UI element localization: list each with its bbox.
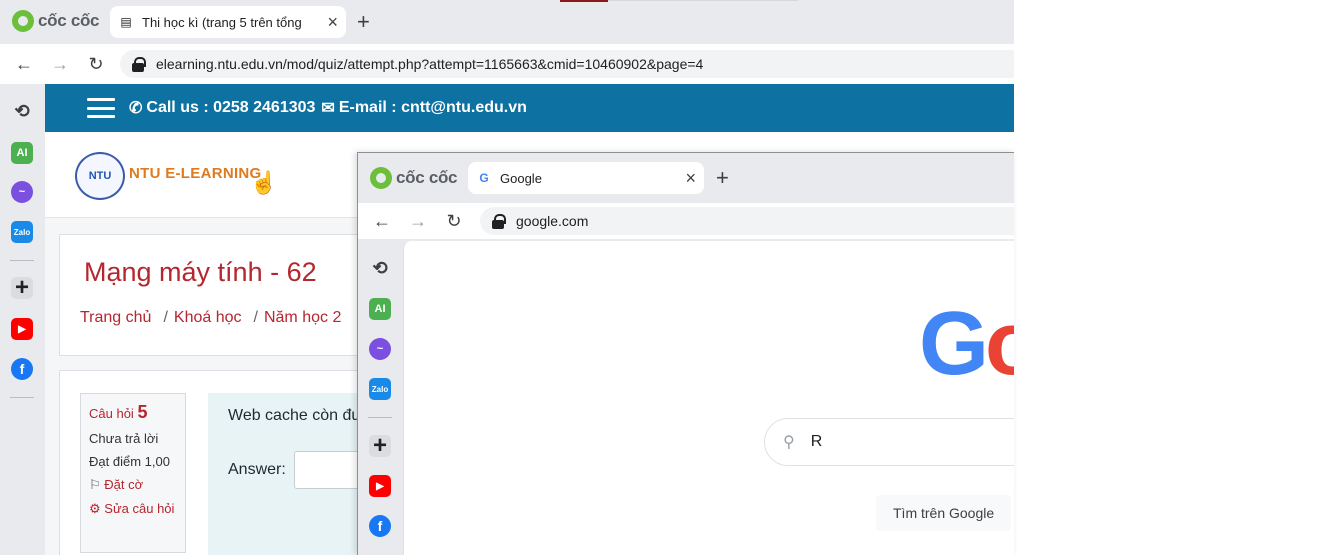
facebook-icon[interactable]: f xyxy=(11,358,33,380)
add-icon[interactable]: + xyxy=(11,274,33,301)
add-icon[interactable]: + xyxy=(369,432,391,459)
zalo-icon[interactable]: Zalo xyxy=(369,378,391,400)
coccoc-brand[interactable]: cốc cốc xyxy=(12,10,100,32)
brand-name: cốc cốc xyxy=(38,11,100,30)
phone-icon: ✆ xyxy=(129,100,143,117)
breadcrumb-home[interactable]: Trang chủ xyxy=(80,309,151,326)
address-bar[interactable]: google.com xyxy=(480,207,1014,235)
brand-name: cốc cốc xyxy=(396,168,458,187)
lock-icon xyxy=(492,214,506,229)
sidebar-divider xyxy=(368,417,392,418)
ntu-logo[interactable]: NTU xyxy=(75,152,125,200)
page-favicon-icon: ▤ xyxy=(120,15,132,29)
reload-button[interactable]: ↻ xyxy=(84,52,108,76)
url-text: google.com xyxy=(516,213,589,229)
sidebar-divider xyxy=(10,397,34,398)
forward-button[interactable]: → xyxy=(48,52,72,76)
pointer-hand-icon: ☝ xyxy=(250,170,278,195)
navigation-bar: ← → ↻ elearning.ntu.edu.vn/mod/quiz/atte… xyxy=(0,44,1014,84)
tab-close-icon[interactable]: × xyxy=(685,169,696,187)
google-favicon-icon: G xyxy=(479,171,489,185)
sidebar: ⟲ AI ~ Zalo + ▶ f xyxy=(0,84,44,555)
edit-question-link[interactable]: ⚙ Sửa câu hỏi xyxy=(89,501,177,517)
sidebar: ⟲ AI ~ Zalo + ▶ f xyxy=(358,239,402,555)
call-text: Call us : 0258 2461303 xyxy=(146,99,316,116)
tab-strip: cốc cốc ▤ Thi học kì (trang 5 trên tổng … xyxy=(0,0,1014,44)
messenger-icon[interactable]: ~ xyxy=(11,181,33,203)
mail-icon: ✉ xyxy=(321,100,335,117)
new-tab-button[interactable]: + xyxy=(357,11,370,33)
email-text: E-mail : cntt@ntu.edu.vn xyxy=(338,99,527,116)
google-search-input[interactable]: ⚲ R xyxy=(764,418,1014,466)
google-logo: Go xyxy=(919,294,1014,394)
tab-active[interactable]: G Google × xyxy=(468,162,704,194)
question-info: Câu hỏi 5 Chưa trả lời Đạt điểm 1,00 ⚐ Đ… xyxy=(80,393,186,553)
coccoc-brand[interactable]: cốc cốc xyxy=(370,167,458,189)
youtube-icon[interactable]: ▶ xyxy=(369,475,391,497)
search-query: R xyxy=(810,433,823,450)
back-button[interactable]: ← xyxy=(370,209,394,233)
menu-icon[interactable] xyxy=(87,98,115,118)
question-number: Câu hỏi 5 xyxy=(89,402,148,422)
history-icon[interactable]: ⟲ xyxy=(11,100,33,122)
question-points: Đạt điểm 1,00 xyxy=(89,454,170,469)
breadcrumb-year[interactable]: Năm học 2 xyxy=(264,309,341,326)
browser-window-google: cốc cốc G Google × + ← → ↻ google.com ⟲ … xyxy=(357,152,1014,555)
sidebar-divider xyxy=(10,260,34,261)
flag-question-link[interactable]: ⚐ Đặt cờ xyxy=(89,477,177,493)
zalo-icon[interactable]: Zalo xyxy=(11,221,33,243)
site-name[interactable]: NTU E-LEARNING xyxy=(129,165,262,182)
tab-title: Google xyxy=(500,170,542,186)
back-button[interactable]: ← xyxy=(12,52,36,76)
ai-icon[interactable]: AI xyxy=(369,298,391,320)
breadcrumb-separator: / xyxy=(163,309,168,326)
question-status: Chưa trả lời xyxy=(89,431,159,446)
search-icon: ⚲ xyxy=(783,434,795,451)
youtube-icon[interactable]: ▶ xyxy=(11,318,33,340)
coccoc-logo-icon xyxy=(370,167,392,189)
desktop: cốc cốc ▤ Thi học kì (trang 5 trên tổng … xyxy=(0,0,1338,555)
forward-button[interactable]: → xyxy=(406,209,430,233)
tab-title: Thi học kì (trang 5 trên tổng xyxy=(142,14,302,30)
answer-label: Answer: xyxy=(228,461,286,478)
lock-icon xyxy=(132,57,146,72)
coccoc-logo-icon xyxy=(12,10,34,32)
breadcrumb-courses[interactable]: Khoá học xyxy=(174,309,242,326)
navigation-bar: ← → ↻ google.com xyxy=(358,203,1014,239)
tab-active[interactable]: ▤ Thi học kì (trang 5 trên tổng × xyxy=(110,6,346,38)
messenger-icon[interactable]: ~ xyxy=(369,338,391,360)
history-icon[interactable]: ⟲ xyxy=(369,257,391,279)
breadcrumb: Trang chủ / Khoá học / Năm học 2 xyxy=(80,309,341,327)
course-title: Mạng máy tính - 62 xyxy=(84,257,317,287)
reload-button[interactable]: ↻ xyxy=(442,209,466,233)
flag-icon: ⚐ xyxy=(89,477,101,492)
google-homepage: Go ⚲ R Tìm trên Google xyxy=(403,241,1014,555)
url-text: elearning.ntu.edu.vn/mod/quiz/attempt.ph… xyxy=(156,56,704,72)
address-bar[interactable]: elearning.ntu.edu.vn/mod/quiz/attempt.ph… xyxy=(120,50,1014,78)
site-topbar: ✆ Call us : 0258 2461303 ✉ E-mail : cntt… xyxy=(45,84,1014,132)
breadcrumb-separator: / xyxy=(253,309,258,326)
gear-icon: ⚙ xyxy=(89,501,101,516)
new-tab-button[interactable]: + xyxy=(716,167,729,189)
google-search-button[interactable]: Tìm trên Google xyxy=(876,495,1012,531)
tab-close-icon[interactable]: × xyxy=(327,13,338,31)
window-divider xyxy=(608,0,798,1)
facebook-icon[interactable]: f xyxy=(369,515,391,537)
tab-strip: cốc cốc G Google × + xyxy=(358,153,1014,203)
ai-icon[interactable]: AI xyxy=(11,142,33,164)
window-accent-line xyxy=(560,0,608,2)
